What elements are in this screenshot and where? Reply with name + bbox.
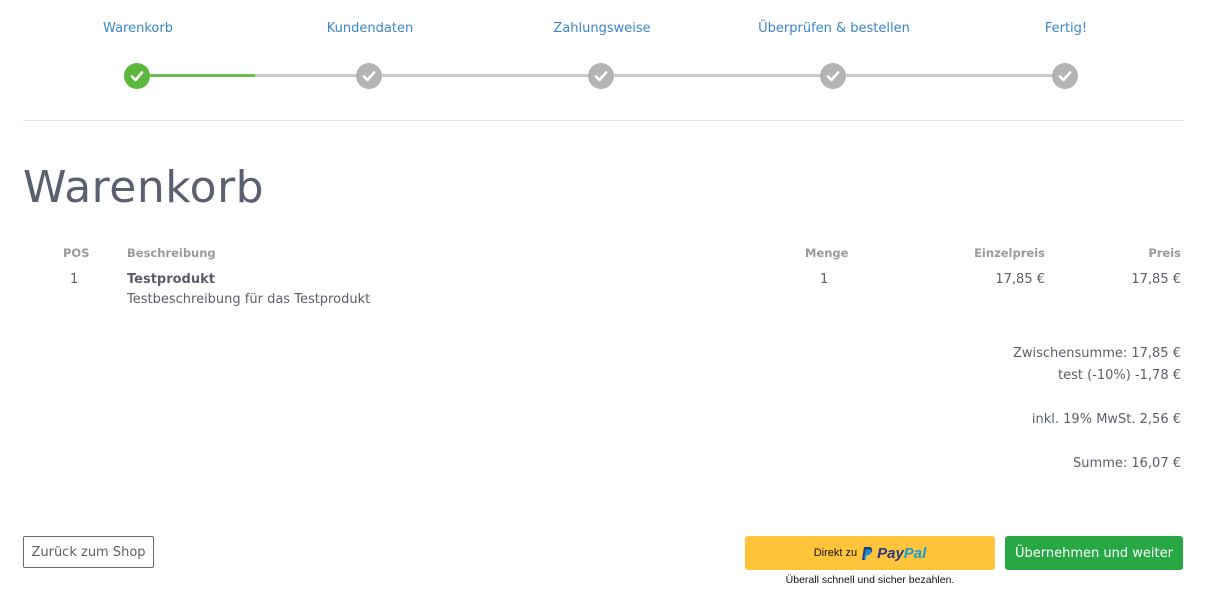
step-label-kundendaten[interactable]: Kundendaten <box>327 21 413 36</box>
page-title: Warenkorb <box>23 162 265 213</box>
total-sum: Summe: 16,07 € <box>1073 456 1181 471</box>
step-label-fertig[interactable]: Fertig! <box>1045 21 1087 36</box>
step-label-warenkorb[interactable]: Warenkorb <box>103 21 173 36</box>
step-label-zahlungsweise[interactable]: Zahlungsweise <box>553 21 650 36</box>
back-to-shop-button[interactable]: Zurück zum Shop <box>23 536 154 568</box>
product-description: Testbeschreibung für das Testprodukt <box>127 292 371 307</box>
step-dot-warenkorb[interactable] <box>124 63 150 89</box>
paypal-prefix: Direkt zu <box>813 547 858 559</box>
check-icon <box>362 71 376 82</box>
tax: inkl. 19% MwSt. 2,56 € <box>1031 412 1181 427</box>
accept-and-continue-button[interactable]: Übernehmen und weiter <box>1005 536 1183 570</box>
header-qty: Menge <box>805 246 849 260</box>
row-pos: 1 <box>70 272 79 287</box>
discount: test (-10%) -1,78 € <box>1058 368 1181 383</box>
checkout-stepper: Warenkorb Kundendaten Zahlungsweise Über… <box>0 0 1216 110</box>
header-price: Preis <box>1148 246 1181 260</box>
header-unit-price: Einzelpreis <box>974 246 1045 260</box>
header-pos: POS <box>63 246 90 260</box>
step-dot-ueberpruefen[interactable] <box>820 63 846 89</box>
row-qty: 1 <box>820 272 829 287</box>
divider <box>23 120 1183 121</box>
check-icon <box>1058 71 1072 82</box>
step-dot-fertig[interactable] <box>1052 63 1078 89</box>
paypal-tagline: Überall schnell und sicher bezahlen. <box>785 574 955 586</box>
product-name: Testprodukt <box>127 272 215 287</box>
step-dot-zahlungsweise[interactable] <box>588 63 614 89</box>
step-dot-kundendaten[interactable] <box>356 63 382 89</box>
row-unit-price: 17,85 € <box>995 272 1045 287</box>
paypal-logo-text: PayPal <box>877 544 927 562</box>
check-icon <box>594 71 608 82</box>
step-label-ueberpruefen[interactable]: Überprüfen & bestellen <box>758 21 910 36</box>
paypal-checkout-button[interactable]: Direkt zu PayPal <box>745 536 995 570</box>
row-price: 17,85 € <box>1131 272 1181 287</box>
paypal-logo-icon <box>862 546 873 560</box>
check-icon <box>826 71 840 82</box>
header-description: Beschreibung <box>127 246 216 260</box>
check-icon <box>130 71 144 82</box>
progress-track-done <box>137 74 255 77</box>
subtotal: Zwischensumme: 17,85 € <box>1012 346 1181 361</box>
